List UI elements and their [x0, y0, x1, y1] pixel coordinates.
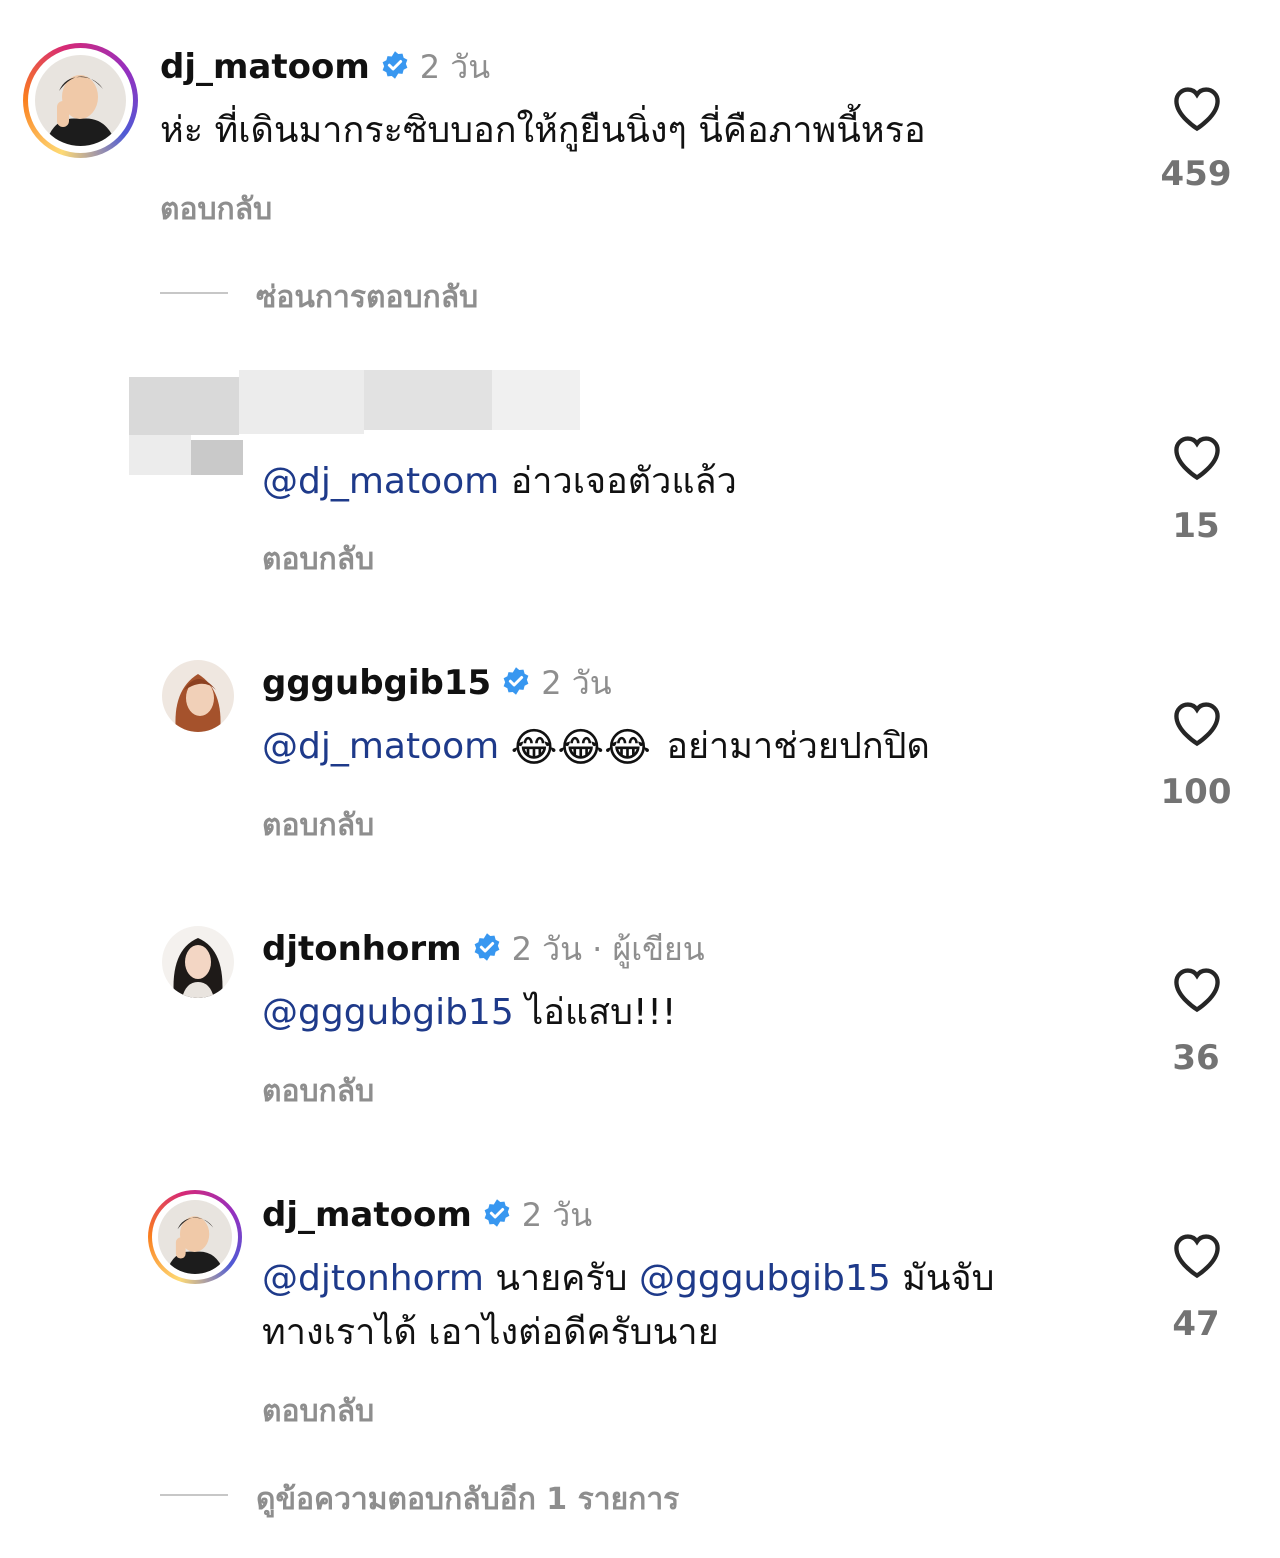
heart-icon[interactable]	[1171, 84, 1223, 132]
mention-link[interactable]: @gggubgib15	[262, 992, 514, 1033]
verified-badge-icon	[503, 667, 529, 695]
hide-replies-button[interactable]: ซ่อนการตอบกลับ	[256, 274, 478, 321]
username[interactable]: djtonhorm	[262, 929, 462, 969]
reply-button[interactable]: ตอบกลับ	[262, 802, 374, 849]
avatar[interactable]	[162, 926, 234, 998]
comment-text: ทางเราได้ เอาไงต่อดีครับนาย	[262, 1312, 719, 1353]
like-count: 47	[1172, 1304, 1220, 1344]
divider	[160, 1494, 228, 1496]
comment-text: ห่ะ ที่เดินมากระซิบบอกให้กูยืนนิ่งๆ นี่ค…	[160, 110, 926, 151]
heart-icon[interactable]	[1171, 433, 1223, 481]
comment-text: นายครับ	[495, 1258, 628, 1299]
divider	[160, 292, 228, 294]
heart-icon[interactable]	[1171, 965, 1223, 1013]
reply-button[interactable]: ตอบกลับ	[262, 1068, 374, 1115]
reply-button[interactable]: ตอบกลับ	[262, 536, 374, 583]
mention-link[interactable]: @gggubgib15	[639, 1258, 891, 1299]
heart-icon[interactable]	[1171, 1231, 1223, 1279]
timestamp: 2 วัน	[541, 663, 612, 702]
username[interactable]: dj_matoom	[160, 47, 370, 87]
timestamp: 2 วัน	[419, 47, 491, 86]
username[interactable]: dj_matoom	[262, 1195, 472, 1235]
reply-button[interactable]: ตอบกลับ	[160, 186, 272, 233]
like-count: 36	[1172, 1038, 1220, 1078]
verified-badge-icon	[382, 51, 408, 79]
like-count: 459	[1160, 154, 1232, 194]
mention-link[interactable]: @dj_matoom	[262, 461, 499, 502]
timestamp: 2 วัน	[521, 1195, 593, 1234]
timestamp: 2 วัน · ผู้เขียน	[511, 929, 705, 968]
reply-button[interactable]: ตอบกลับ	[262, 1388, 374, 1435]
view-more-replies-button[interactable]: ดูข้อความตอบกลับอีก 1 รายการ	[256, 1476, 679, 1523]
laughing-emoji-icon: 😂😂😂	[510, 725, 651, 771]
mention-link[interactable]: @djtonhorm	[262, 1258, 484, 1299]
heart-icon[interactable]	[1171, 699, 1223, 747]
comment-text: อ่าวเจอตัวแล้ว	[510, 461, 737, 502]
comment-text: ไอ่แสบ!!!	[525, 992, 677, 1033]
like-count: 15	[1172, 506, 1220, 546]
comment-text: มันจับ	[902, 1258, 995, 1299]
comment-text: อย่ามาช่วยปกปิด	[666, 726, 930, 767]
verified-badge-icon	[484, 1199, 510, 1227]
avatar[interactable]	[162, 660, 234, 732]
avatar[interactable]	[23, 43, 138, 158]
like-count: 100	[1160, 772, 1232, 812]
username[interactable]: gggubgib15	[262, 663, 491, 703]
mention-link[interactable]: @dj_matoom	[262, 726, 499, 767]
avatar[interactable]	[148, 1190, 242, 1284]
verified-badge-icon	[474, 933, 499, 961]
